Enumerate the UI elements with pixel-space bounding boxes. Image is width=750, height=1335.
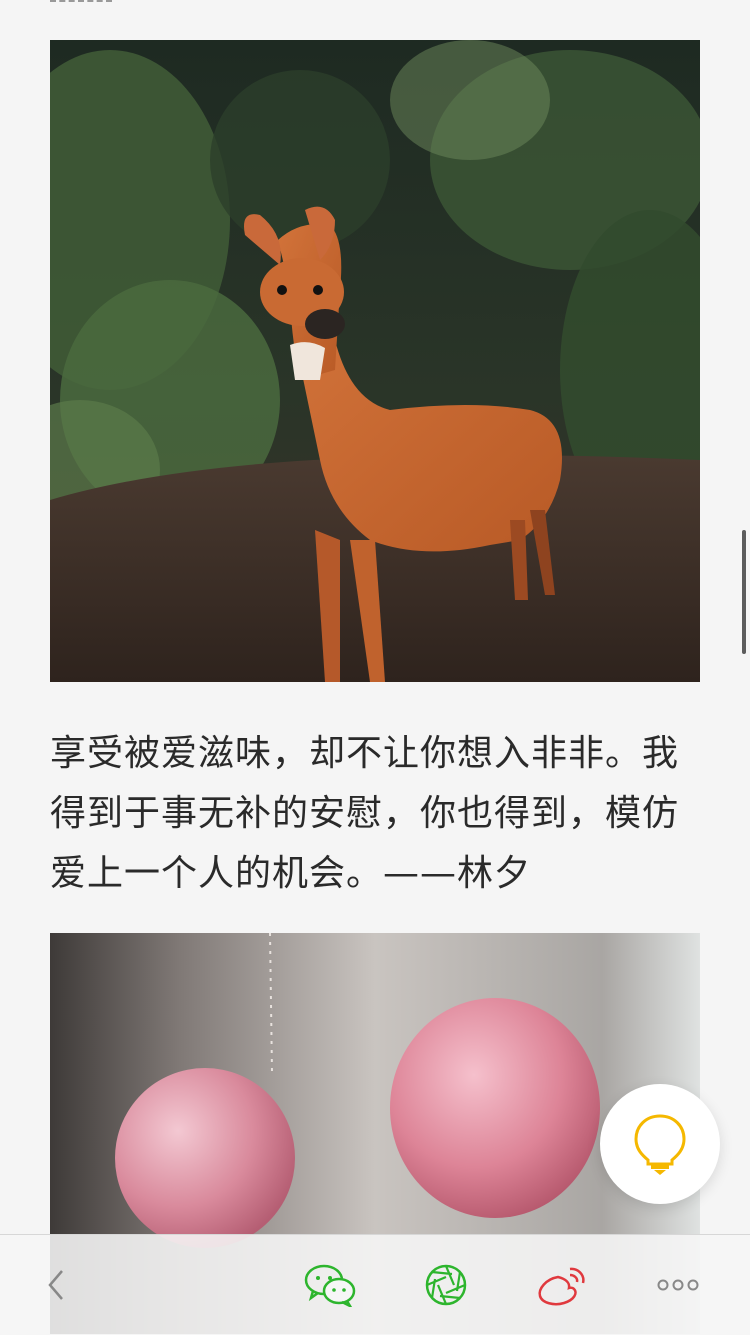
deer-photo (50, 40, 700, 682)
lightbulb-icon (634, 1114, 686, 1175)
share-moments-button[interactable] (406, 1235, 486, 1335)
divider (50, 0, 112, 6)
moments-aperture-icon (425, 1264, 467, 1306)
scroll-indicator[interactable] (742, 530, 746, 654)
chevron-left-icon (48, 1270, 63, 1300)
bottom-toolbar (0, 1234, 750, 1335)
more-dots-icon (657, 1279, 699, 1291)
weibo-icon (538, 1267, 585, 1306)
article-caption: 享受被爱滋味，却不让你想入非非。我得到于事无补的安慰，你也得到，模仿爱上一个人的… (50, 733, 680, 894)
share-wechat-button[interactable] (290, 1235, 370, 1335)
wechat-icon (304, 1264, 356, 1307)
back-button[interactable] (16, 1235, 96, 1335)
idea-button[interactable] (600, 1084, 720, 1204)
more-button[interactable] (638, 1235, 718, 1335)
share-weibo-button[interactable] (522, 1235, 602, 1335)
